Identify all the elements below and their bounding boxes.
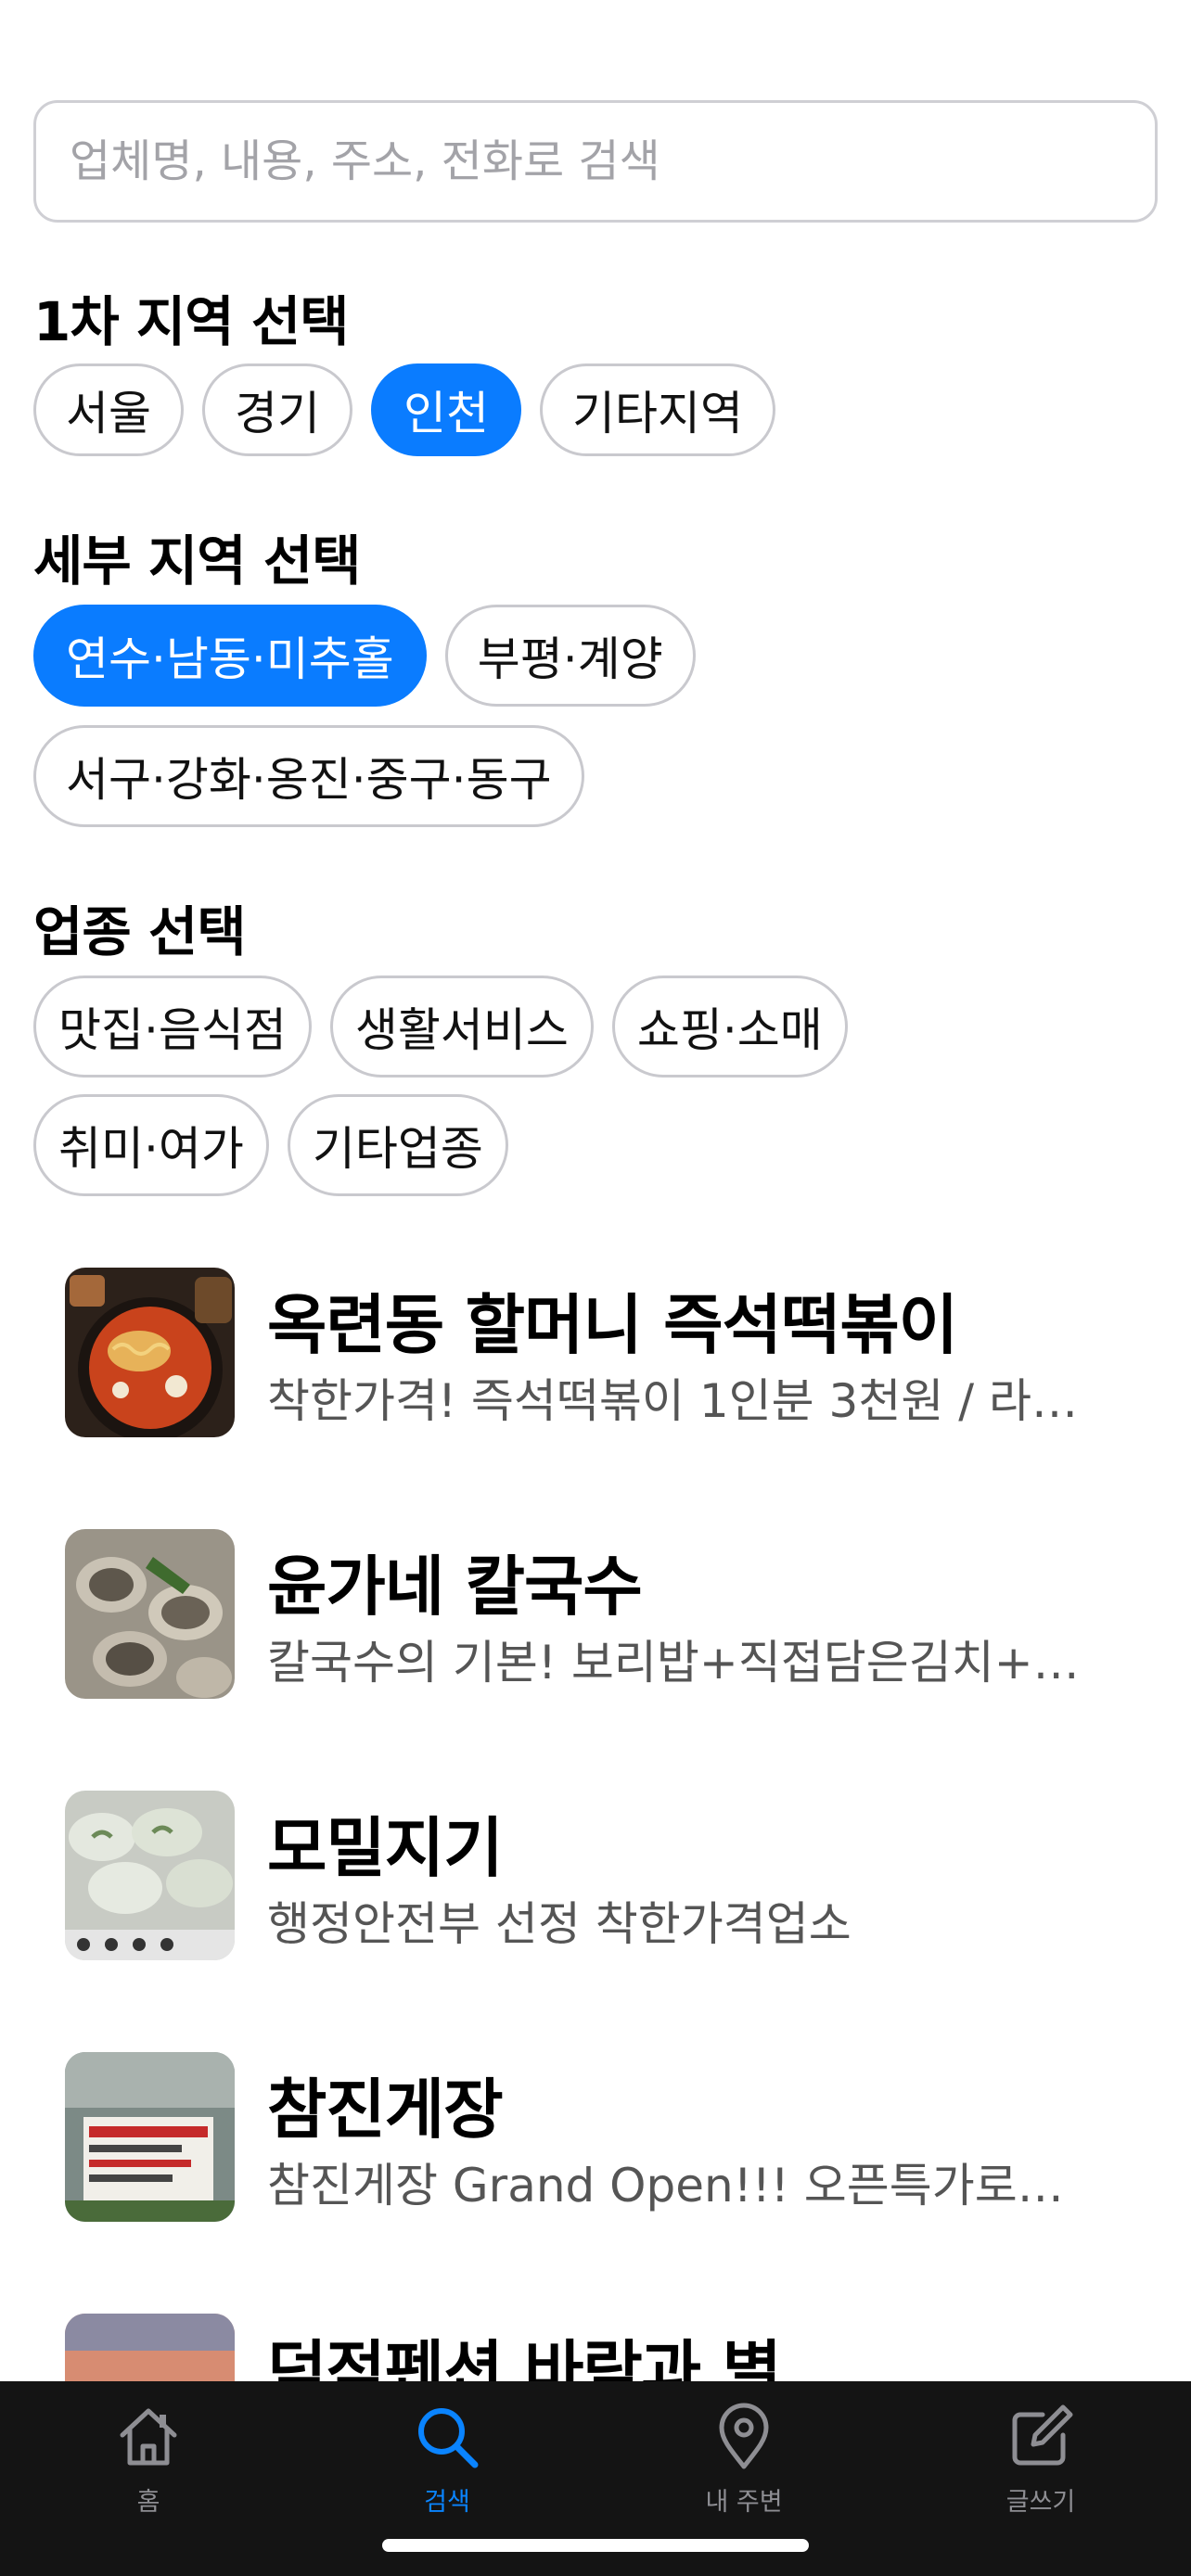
category-chip-food[interactable]: 맛집·음식점 [33, 976, 312, 1078]
listing-thumbnail [65, 1529, 235, 1699]
listing-title: 윤가네 칼국수 [267, 1549, 643, 1625]
compose-icon [1012, 2404, 1073, 2466]
tab-home[interactable]: 홈 [65, 2402, 232, 2518]
region2-chip-row-2: 서구·강화·옹진·중구·동구 [33, 725, 584, 827]
tab-search[interactable]: 검색 [364, 2402, 531, 2518]
search-input[interactable] [70, 135, 1155, 187]
tab-nearby[interactable]: 내 주변 [660, 2402, 827, 2518]
region2-chip-row-1: 연수·남동·미추홀 부평·계양 [33, 605, 696, 707]
category-title: 업종 선택 [33, 900, 247, 963]
listing-thumbnail [65, 1791, 235, 1960]
category-chip-shopping[interactable]: 쇼핑·소매 [611, 976, 848, 1078]
listing-description: 행정안전부 선정 착한가격업소 [267, 1897, 852, 1951]
subregion-chip-yeonsu[interactable]: 연수·남동·미추홀 [33, 605, 427, 707]
subregion-chip-bupyeong[interactable]: 부평·계양 [444, 605, 696, 707]
category-chip-hobby[interactable]: 취미·여가 [33, 1094, 269, 1196]
listing-description: 칼국수의 기본! 보리밥+직접담은김치+… [267, 1636, 1080, 1690]
tab-compose[interactable]: 글쓰기 [957, 2402, 1124, 2518]
search-icon [418, 2408, 479, 2468]
region-chip-incheon[interactable]: 인천 [371, 363, 521, 456]
list-item[interactable]: 윤가네 칼국수 칼국수의 기본! 보리밥+직접담은김치+… [65, 1529, 1159, 1701]
subregion-chip-seogu[interactable]: 서구·강화·옹진·중구·동구 [33, 725, 584, 827]
tab-label: 홈 [136, 2488, 160, 2517]
home-icon [120, 2408, 177, 2466]
home-indicator [382, 2539, 809, 2552]
tab-label: 내 주변 [705, 2488, 783, 2517]
category-chip-row-2: 취미·여가 기타업종 [33, 1094, 508, 1196]
list-item[interactable]: 옥련동 할머니 즉석떡볶이 착한가격! 즉석떡볶이 1인분 3천원 / 라… [65, 1268, 1159, 1439]
listing-title: 모밀지기 [267, 1810, 504, 1886]
category-chip-other[interactable]: 기타업종 [287, 1094, 508, 1196]
location-pin-icon [719, 2403, 769, 2469]
listing-title: 참진게장 [267, 2072, 504, 2148]
listing-thumbnail [65, 1268, 235, 1437]
tab-label: 글쓰기 [1005, 2488, 1076, 2517]
list-item[interactable]: 참진게장 참진게장 Grand Open!!! 오픈특가로… [65, 2052, 1159, 2224]
category-chip-services[interactable]: 생활서비스 [329, 976, 594, 1078]
listing-title: 옥련동 할머니 즉석떡볶이 [267, 1287, 958, 1363]
category-chip-row-1: 맛집·음식점 생활서비스 쇼핑·소매 [33, 976, 848, 1078]
list-item[interactable]: 모밀지기 행정안전부 선정 착한가격업소 [65, 1791, 1159, 1962]
app-screen: 1차 지역 선택 서울 경기 인천 기타지역 세부 지역 선택 연수·남동·미추… [0, 0, 1191, 2576]
listing-description: 참진게장 Grand Open!!! 오픈특가로… [267, 2159, 1064, 2213]
region1-title: 1차 지역 선택 [33, 290, 350, 353]
region-chip-other[interactable]: 기타지역 [540, 363, 775, 456]
region-chip-seoul[interactable]: 서울 [33, 363, 184, 456]
tab-label: 검색 [424, 2488, 470, 2517]
listing-thumbnail [65, 2052, 235, 2222]
region2-title: 세부 지역 선택 [33, 529, 362, 593]
region-chip-gyeonggi[interactable]: 경기 [202, 363, 352, 456]
listing-description: 착한가격! 즉석떡볶이 1인분 3천원 / 라… [267, 1374, 1078, 1428]
region1-chip-row: 서울 경기 인천 기타지역 [33, 363, 775, 456]
search-bar[interactable] [33, 100, 1158, 223]
